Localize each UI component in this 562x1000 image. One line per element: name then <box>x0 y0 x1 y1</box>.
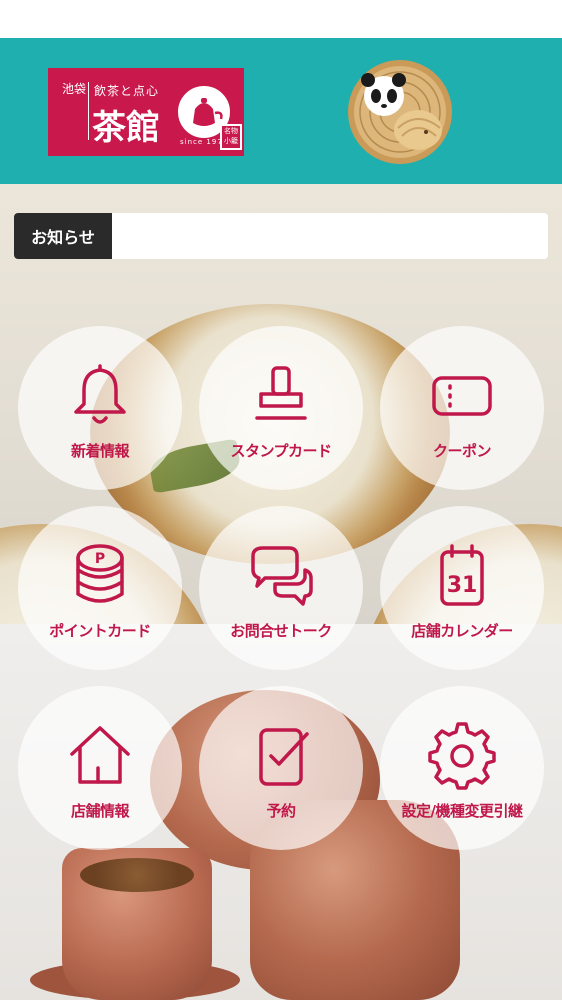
logo-tagline: 飲茶と点心 <box>94 84 160 98</box>
logo-stamp: 名物小籠 <box>220 124 242 150</box>
menu-store-calendar[interactable]: 31 店舗カレンダー <box>380 506 544 670</box>
menu-label: クーポン <box>432 442 492 460</box>
menu-point-card[interactable]: P ポイントカード <box>18 506 182 670</box>
menu-label: 設定/機種変更引継 <box>401 802 523 820</box>
panda-steamer-mascot-icon <box>346 58 454 166</box>
menu-coupon[interactable]: クーポン <box>380 326 544 490</box>
calendar-icon: 31 <box>426 540 498 612</box>
menu-settings[interactable]: 設定/機種変更引継 <box>380 686 544 850</box>
menu-news[interactable]: 新着情報 <box>18 326 182 490</box>
app-header: 池袋 飲茶と点心 茶館 since 1979 名物小籠 <box>0 38 562 184</box>
gear-icon <box>426 720 498 792</box>
house-icon <box>64 720 136 792</box>
bell-icon <box>64 360 136 432</box>
menu-stamp-card[interactable]: スタンプカード <box>199 326 363 490</box>
menu-label: スタンプカード <box>230 442 332 460</box>
brand-logo: 池袋 飲茶と点心 茶館 since 1979 名物小籠 <box>48 68 244 156</box>
calendar-day: 31 <box>447 573 478 598</box>
menu-label: 新着情報 <box>70 442 130 460</box>
menu-inquiry-talk[interactable]: お問合せトーク <box>199 506 363 670</box>
stamp-icon <box>245 360 317 432</box>
menu-label: 予約 <box>266 802 296 820</box>
menu-reservation[interactable]: 予約 <box>199 686 363 850</box>
coin-stack-icon: P <box>64 540 136 612</box>
svg-text:P: P <box>95 551 105 567</box>
logo-side-text: 池袋 <box>62 82 89 140</box>
notice-label: お知らせ <box>14 213 112 259</box>
reservation-check-icon <box>245 720 317 792</box>
tea-surface <box>80 858 194 892</box>
notice-bar[interactable]: お知らせ <box>14 213 548 259</box>
logo-name: 茶館 <box>92 108 160 148</box>
menu-label: ポイントカード <box>49 622 151 640</box>
ticket-icon <box>426 360 498 432</box>
menu-store-info[interactable]: 店舗情報 <box>18 686 182 850</box>
menu-label: お問合せトーク <box>230 622 332 640</box>
menu-label: 店舗カレンダー <box>411 622 513 640</box>
chat-bubbles-icon <box>245 540 317 612</box>
status-bar <box>0 0 562 38</box>
menu-label: 店舗情報 <box>70 802 130 820</box>
